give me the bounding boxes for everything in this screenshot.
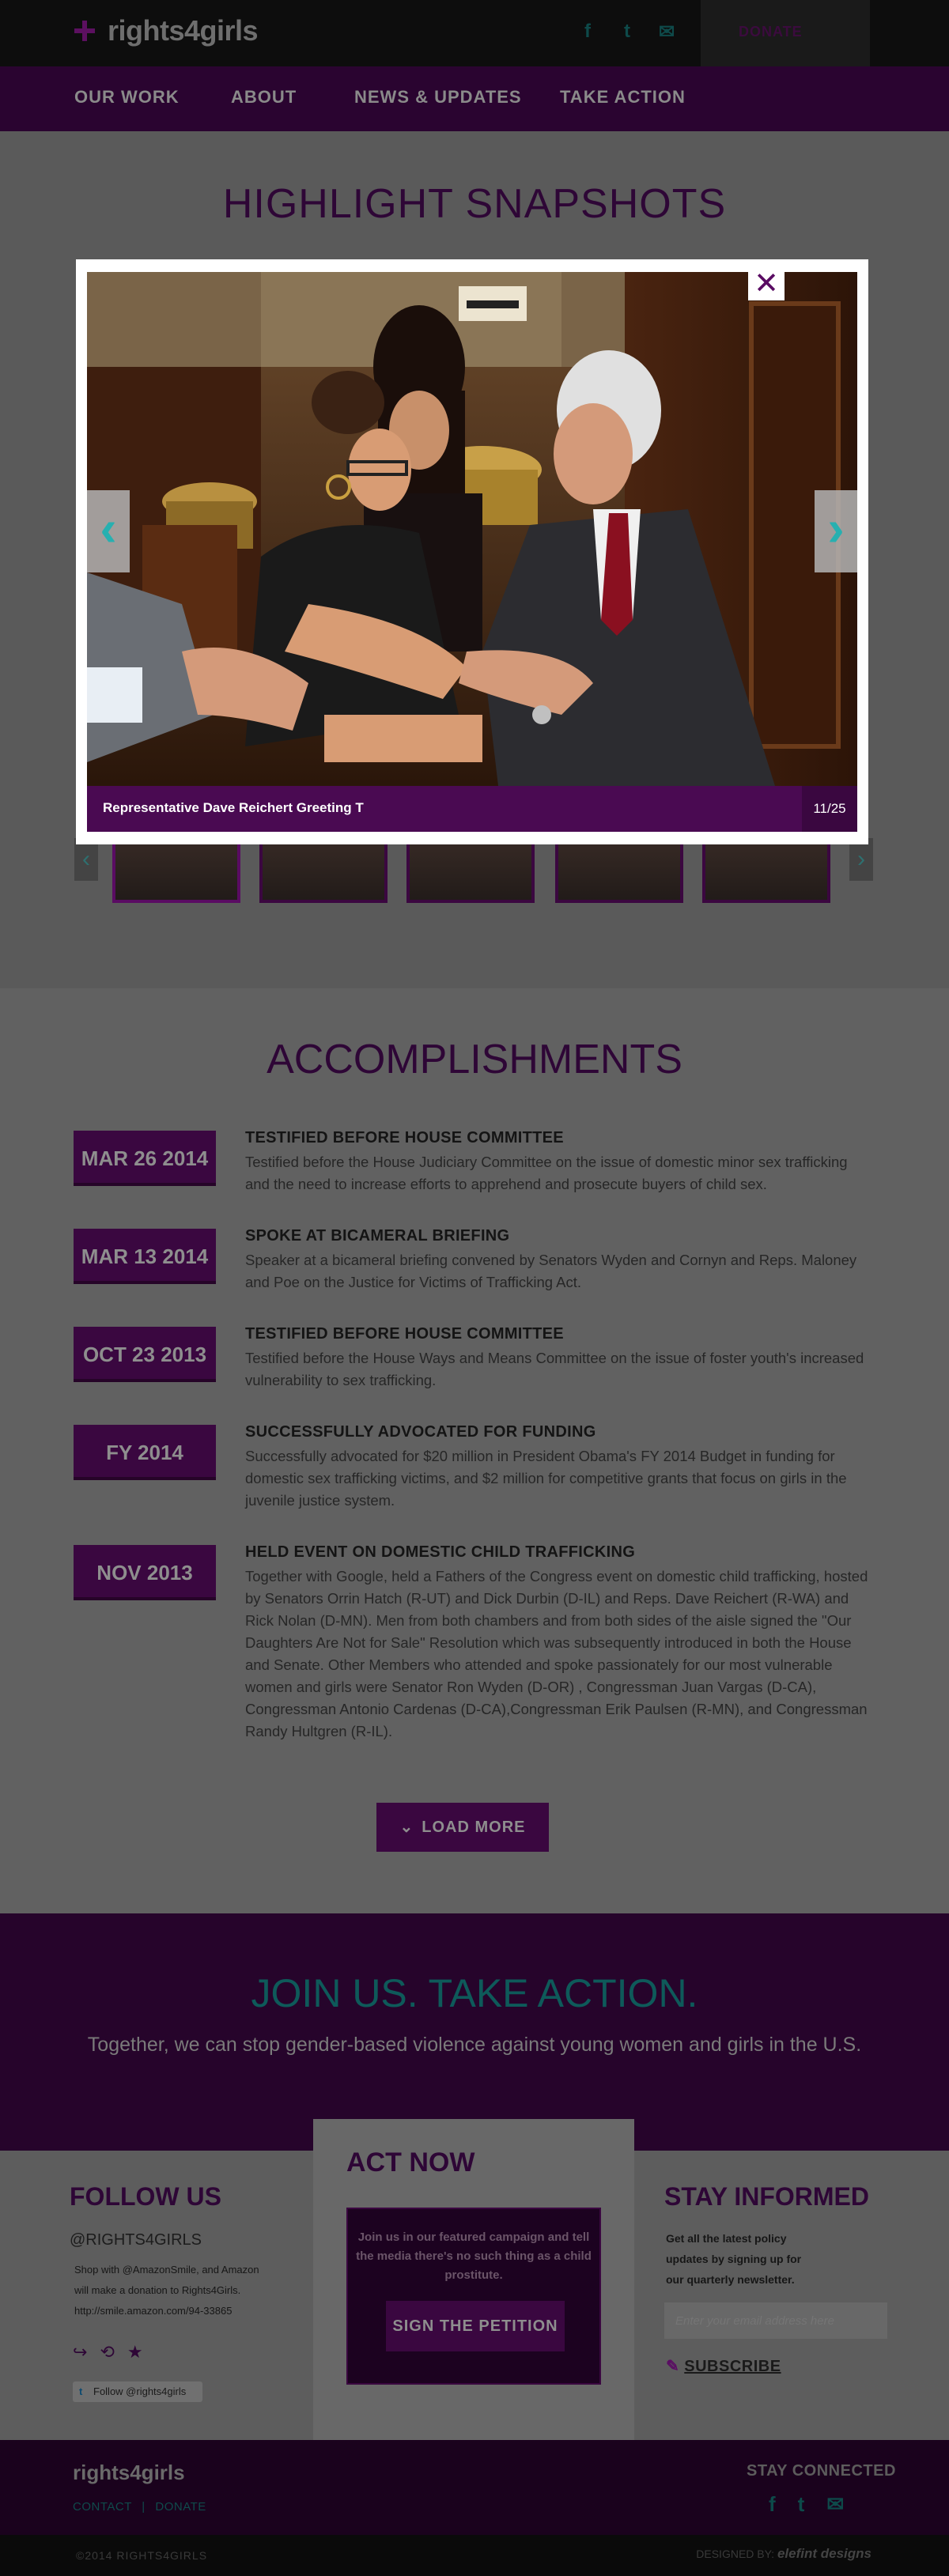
lightbox-next-arrow[interactable]: › <box>815 490 857 572</box>
newsletter-line: our quarterly newsletter. <box>666 2273 795 2286</box>
pencil-icon: ✎ <box>666 2358 680 2375</box>
site-logo[interactable]: rights4girls <box>73 14 259 47</box>
sign-petition-button[interactable]: SIGN THE PETITION <box>386 2301 565 2351</box>
donate-button[interactable]: DONATE <box>701 0 870 66</box>
highlight-snapshots-title: HIGHLIGHT SNAPSHOTS <box>222 181 727 227</box>
twitter-handle[interactable]: @RIGHTS4GIRLS <box>70 2231 202 2249</box>
footer-links: CONTACT | DONATE <box>73 2500 206 2514</box>
join-subtitle: Together, we can stop gender-based viole… <box>87 2034 862 2056</box>
date-badge: FY 2014 <box>74 1425 216 1480</box>
lightbox-photo <box>87 272 857 786</box>
footer-social-links: f t ✉ <box>769 2492 844 2517</box>
accomplishment-body: Successfully advocated for $20 million i… <box>245 1448 847 1509</box>
thumbnail[interactable] <box>555 838 683 903</box>
email-icon[interactable]: ✉ <box>826 2492 844 2517</box>
copyright: ©2014 RIGHTS4GIRLS <box>76 2549 208 2562</box>
subscribe-link[interactable]: ✎ SUBSCRIBE <box>666 2356 781 2376</box>
tweet-text: Shop with @AmazonSmile, and Amazon will … <box>74 2260 259 2321</box>
accomplishment-body: Speaker at a bicameral briefing convened… <box>245 1252 857 1290</box>
accomplishment-heading: HELD EVENT ON DOMESTIC CHILD TRAFFICKING <box>245 1543 636 1561</box>
date-badge: OCT 23 2013 <box>74 1327 216 1382</box>
retweet-icon[interactable]: ⟲ <box>100 2342 114 2363</box>
follow-us-title: FOLLOW US <box>70 2182 221 2211</box>
reply-icon[interactable]: ↪ <box>73 2342 87 2363</box>
chevron-right-icon: › <box>827 500 845 557</box>
facebook-icon[interactable]: f <box>577 21 598 43</box>
load-more-button[interactable]: ⌄ LOAD MORE <box>376 1803 549 1852</box>
date-badge: NOV 2013 <box>74 1545 216 1600</box>
tweet-line: will make a donation to Rights4Girls. <box>74 2284 241 2296</box>
chevron-down-icon: ⌄ <box>399 1819 414 1836</box>
join-section <box>0 1913 949 2151</box>
lightbox-prev-arrow[interactable]: ‹ <box>87 490 130 572</box>
nav-about[interactable]: ABOUT <box>231 87 297 108</box>
site-footer <box>0 2440 949 2535</box>
footer-donate-link[interactable]: DONATE <box>155 2500 206 2514</box>
donate-label: DONATE <box>739 24 803 40</box>
twitter-icon[interactable]: t <box>798 2492 805 2517</box>
tweet-actions: ↪ ⟲ ★ <box>73 2342 143 2363</box>
join-title: JOIN US. TAKE ACTION. <box>251 1971 698 2015</box>
load-more-label: LOAD MORE <box>422 1819 526 1836</box>
date-badge: MAR 13 2014 <box>74 1229 216 1284</box>
thumbnail[interactable] <box>702 838 830 903</box>
date-badge: MAR 26 2014 <box>74 1131 216 1186</box>
thumb-strip-next-arrow[interactable]: › <box>849 838 873 881</box>
close-icon: ✕ <box>754 267 779 300</box>
accomplishment-heading: SPOKE AT BICAMERAL BRIEFING <box>245 1227 510 1245</box>
footer-logo[interactable]: rights4girls <box>73 2461 185 2485</box>
designer-link[interactable]: elefint designs <box>777 2546 871 2561</box>
lightbox-close-button[interactable]: ✕ <box>748 269 785 300</box>
act-now-title: ACT NOW <box>346 2147 475 2178</box>
thumbnail[interactable] <box>112 838 240 903</box>
accomplishment-heading: TESTIFIED BEFORE HOUSE COMMITTEE <box>245 1129 564 1146</box>
stay-informed-title: STAY INFORMED <box>664 2182 869 2211</box>
contact-link[interactable]: CONTACT <box>73 2500 132 2514</box>
tweet-line: Shop with @AmazonSmile, and Amazon <box>74 2264 259 2276</box>
twitter-follow-button[interactable]: Follow @rights4girls <box>73 2381 202 2402</box>
photo-counter: 11/25 <box>802 786 857 832</box>
newsletter-description: Get all the latest policy updates by sig… <box>666 2228 801 2290</box>
twitter-icon[interactable]: t <box>617 21 637 43</box>
accomplishment-heading: SUCCESSFULLY ADVOCATED FOR FUNDING <box>245 1423 596 1441</box>
link-separator: | <box>142 2500 146 2514</box>
accomplishment-heading: TESTIFIED BEFORE HOUSE COMMITTEE <box>245 1325 564 1343</box>
main-nav: OUR WORK ABOUT NEWS & UPDATES TAKE ACTIO… <box>0 66 949 131</box>
nav-our-work[interactable]: OUR WORK <box>74 87 180 108</box>
campaign-text: Join us in our featured campaign and tel… <box>356 2230 592 2282</box>
accomplishment-body: Testified before the House Judiciary Com… <box>245 1154 848 1192</box>
favorite-icon[interactable]: ★ <box>127 2342 143 2363</box>
thumbnail[interactable] <box>259 838 388 903</box>
nav-take-action[interactable]: TAKE ACTION <box>560 87 686 108</box>
logo-cross-icon <box>73 19 96 43</box>
tweet-link[interactable]: http://smile.amazon.com/94-33865 <box>74 2301 259 2321</box>
photo-caption: Representative Dave Reichert Greeting T <box>103 800 364 815</box>
facebook-icon[interactable]: f <box>769 2492 776 2517</box>
accomplishments-title: ACCOMPLISHMENTS <box>267 1037 682 1082</box>
logo-text: rights4girls <box>108 14 259 47</box>
nav-news-updates[interactable]: NEWS & UPDATES <box>354 87 522 108</box>
lightbox-caption-bar: Representative Dave Reichert Greeting T … <box>87 786 857 832</box>
newsletter-line: updates by signing up for <box>666 2253 802 2265</box>
chevron-left-icon: ‹ <box>100 500 117 557</box>
email-field[interactable] <box>664 2302 887 2339</box>
designed-by: DESIGNED BY: elefint designs <box>696 2546 871 2562</box>
stay-connected-label: STAY CONNECTED <box>747 2462 896 2480</box>
email-icon[interactable]: ✉ <box>656 21 677 43</box>
header-social-links: f t ✉ <box>577 21 677 43</box>
accomplishment-body: Testified before the House Ways and Mean… <box>245 1350 864 1388</box>
accomplishment-body: Together with Google, held a Fathers of … <box>245 1568 868 1739</box>
thumb-strip-prev-arrow[interactable]: ‹ <box>74 838 98 881</box>
designed-by-label: DESIGNED BY: <box>696 2548 775 2560</box>
lightbox-modal <box>76 259 868 844</box>
thumbnail[interactable] <box>406 838 535 903</box>
subscribe-label: SUBSCRIBE <box>684 2358 781 2375</box>
top-bar: rights4girls f t ✉ DONATE <box>0 0 949 66</box>
newsletter-line: Get all the latest policy <box>666 2232 787 2245</box>
photo-illustration <box>87 272 857 786</box>
